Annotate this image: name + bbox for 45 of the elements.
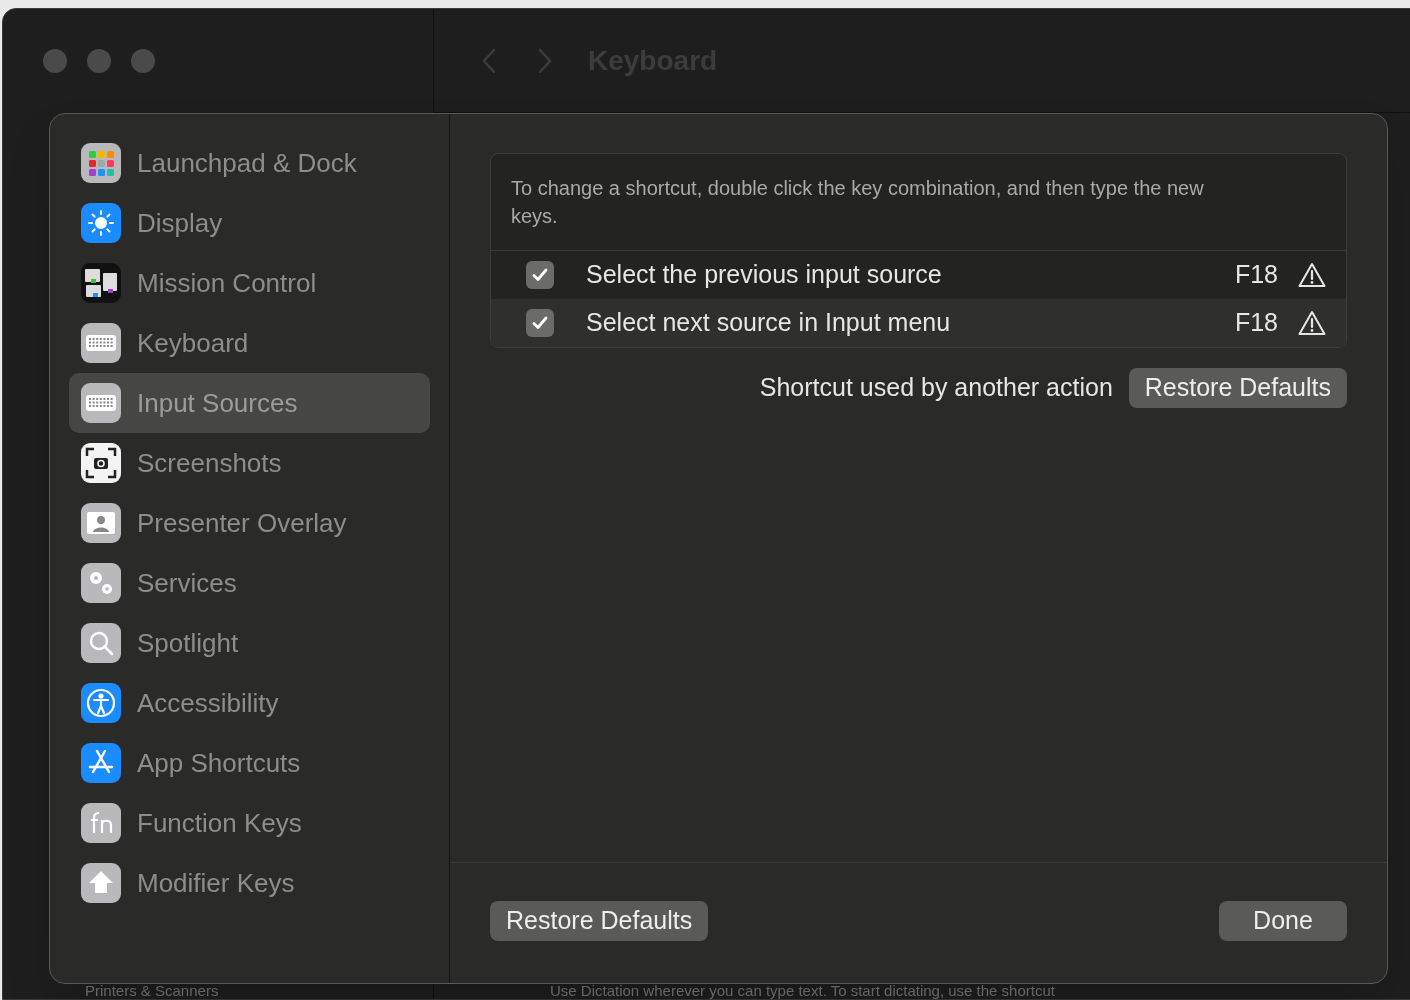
search-icon — [81, 623, 121, 663]
warning-icon — [1298, 262, 1326, 288]
description-text: Use Dictation wherever you can type text. To start dictating, use the shortcut — [550, 983, 1055, 999]
sidebar-item[interactable]: Screenshots — [69, 433, 430, 493]
minimize-window-button[interactable] — [87, 49, 111, 73]
sidebar-item[interactable]: App Shortcuts — [69, 733, 430, 793]
close-window-button[interactable] — [43, 49, 67, 73]
sidebar-item[interactable]: Services — [69, 553, 430, 613]
app-grid-icon — [81, 143, 121, 183]
person-icon — [81, 503, 121, 543]
restore-defaults-button[interactable]: Restore Defaults — [490, 901, 709, 941]
keyboard-icon — [81, 323, 121, 363]
conflict-message: Shortcut used by another action — [759, 372, 1113, 404]
sidebar-item[interactable]: Presenter Overlay — [69, 493, 430, 553]
sidebar-item[interactable]: Keyboard — [69, 313, 430, 373]
checkmark-icon — [531, 266, 549, 284]
sidebar-item[interactable]: Spotlight — [69, 613, 430, 673]
shortcut-row[interactable]: Select the previous input source F18 — [491, 251, 1346, 299]
sun-icon — [81, 203, 121, 243]
sidebar-item[interactable]: Printers & Scanners — [85, 983, 219, 999]
sidebar-item[interactable]: Launchpad & Dock — [69, 133, 430, 193]
checkbox[interactable] — [526, 261, 554, 289]
shortcut-label: Select the previous input source — [586, 259, 942, 291]
camera-icon — [81, 443, 121, 483]
checkmark-icon — [531, 314, 549, 332]
sidebar-item[interactable]: Display — [69, 193, 430, 253]
done-button[interactable]: Done — [1219, 901, 1347, 941]
keyboard-icon — [81, 383, 121, 423]
shortcut-label: Select next source in Input menu — [586, 307, 951, 339]
instruction-text: To change a shortcut, double click the key combination, and then type the new keys. — [491, 154, 1346, 251]
sidebar-item[interactable]: Mission Control — [69, 253, 430, 313]
windows-icon — [81, 263, 121, 303]
shortcut-row[interactable]: Select next source in Input menu F18 — [491, 299, 1346, 347]
sidebar-item[interactable]: Accessibility — [69, 673, 430, 733]
sidebar-item[interactable]: Modifier Keys — [69, 853, 430, 913]
sidebar-item[interactable]: Function Keys — [69, 793, 430, 853]
accessibility-icon — [81, 683, 121, 723]
shortcut-key[interactable]: F18 — [1234, 256, 1278, 294]
shortcut-key[interactable]: F18 — [1234, 304, 1278, 342]
checkbox[interactable] — [526, 309, 554, 337]
warning-icon — [1298, 310, 1326, 336]
sidebar-item[interactable]: Input Sources — [69, 373, 430, 433]
zoom-window-button[interactable] — [131, 49, 155, 73]
fn-key-icon — [81, 803, 121, 843]
restore-defaults-button[interactable]: Restore Defaults — [1128, 368, 1347, 408]
